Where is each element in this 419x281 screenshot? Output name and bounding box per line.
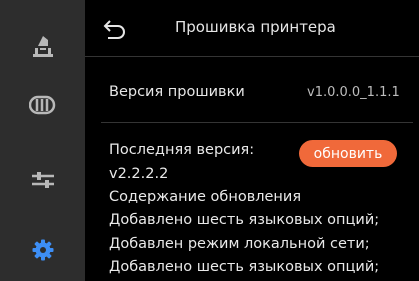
- latest-version-value: v2.2.2.2: [109, 166, 169, 182]
- header: Прошивка принтера: [85, 0, 419, 56]
- gear-icon: [32, 239, 53, 261]
- update-button[interactable]: обновить: [299, 140, 397, 167]
- update-change-item: Добавлено шесть языковых опций;: [109, 212, 380, 228]
- nav-item-filament[interactable]: [0, 80, 85, 130]
- back-button[interactable]: [101, 18, 127, 40]
- firmware-version-label: Версия прошивки: [109, 84, 245, 100]
- main-panel: Прошивка принтера Версия прошивки v1.0.0…: [85, 0, 419, 281]
- nav-item-settings[interactable]: [0, 225, 85, 275]
- update-change-item: Добавлено шесть языковых опций;: [109, 259, 380, 275]
- header-divider: [85, 56, 419, 57]
- page-title: Прошивка принтера: [175, 18, 336, 36]
- sliders-icon: [31, 172, 54, 188]
- nav-item-adjust[interactable]: [0, 155, 85, 205]
- firmware-version-value: v1.0.0.0_1.1.1: [307, 85, 400, 100]
- printer-icon: [32, 36, 53, 57]
- sidebar: [0, 0, 85, 281]
- row-divider: [101, 122, 413, 123]
- update-contents-title: Содержание обновления: [109, 189, 302, 205]
- update-change-item: Добавлен режим локальной сети;: [109, 236, 370, 252]
- latest-version-label: Последняя версия:: [109, 142, 255, 158]
- back-arrow-icon: [103, 20, 125, 39]
- nav-item-printer[interactable]: [0, 20, 85, 70]
- filament-spool-icon: [28, 95, 55, 115]
